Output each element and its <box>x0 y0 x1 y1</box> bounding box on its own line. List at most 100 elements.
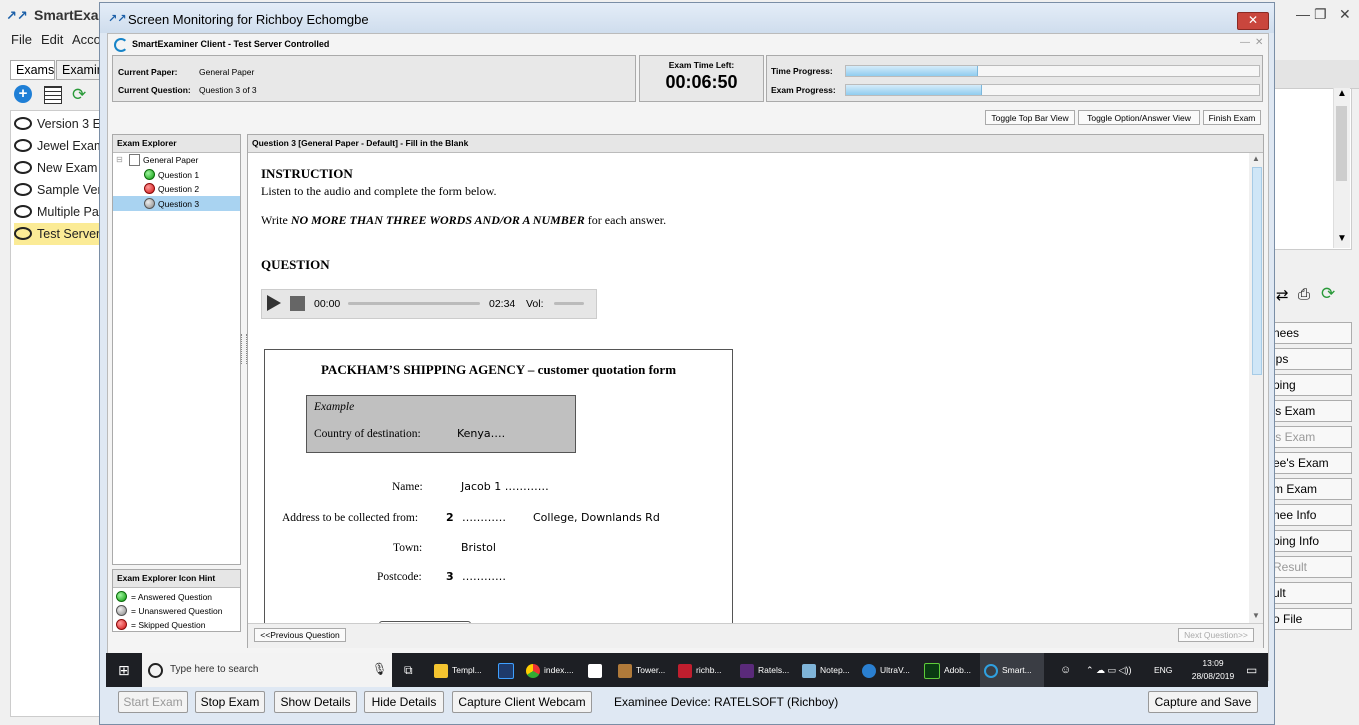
minimize-icon[interactable]: — <box>1296 6 1310 22</box>
scroll-down-icon[interactable]: ▼ <box>1337 233 1347 244</box>
answered-icon <box>144 169 155 180</box>
right-button[interactable]: m Exam <box>1272 478 1352 500</box>
question-scrollbar[interactable]: ▲ ▼ <box>1249 153 1263 623</box>
notification-icon[interactable]: ▭ <box>1246 653 1257 687</box>
menu-file[interactable]: File <box>11 32 32 47</box>
collapse-icon[interactable]: ⊟ <box>116 155 123 164</box>
taskbar-item[interactable]: Tower... <box>618 653 665 687</box>
right-button[interactable]: 's Exam <box>1272 400 1352 422</box>
name-label: Name: <box>392 481 423 493</box>
close-icon[interactable]: ✕ <box>1339 6 1351 23</box>
toggle-option-button[interactable]: Toggle Option/Answer View <box>1078 110 1200 125</box>
list-item[interactable]: Sample Vers <box>14 179 100 201</box>
list-item[interactable]: Version 3 Ex <box>14 113 100 135</box>
stop-exam-button[interactable]: Stop Exam <box>195 691 265 713</box>
taskbar-item[interactable]: Smart... <box>980 653 1044 687</box>
taskbar-item[interactable] <box>588 653 606 687</box>
grid-icon[interactable] <box>44 86 62 104</box>
postcode-blank[interactable]: ………… <box>462 570 506 583</box>
print-icon[interactable]: ⎙ <box>1298 286 1310 303</box>
taskbar-item[interactable]: richb... <box>678 653 722 687</box>
restore-icon[interactable]: ❐ <box>1314 6 1327 23</box>
right-button[interactable]: ult <box>1272 582 1352 604</box>
right-button[interactable]: ips <box>1272 348 1352 370</box>
system-tray-icons[interactable]: ⌃ ☁ ▭ ◁)) <box>1086 653 1131 687</box>
taskbar-search[interactable]: Type here to search 🎙 <box>142 653 392 687</box>
right-button[interactable]: 's Exam <box>1272 426 1352 448</box>
capture-webcam-button[interactable]: Capture Client Webcam <box>452 691 592 713</box>
list-item[interactable]: Test Server C <box>14 223 100 245</box>
scroll-up-icon[interactable]: ▲ <box>1252 154 1260 163</box>
icon-hint-panel: Exam Explorer Icon Hint = Answered Quest… <box>112 569 241 632</box>
show-details-button[interactable]: Show Details <box>274 691 357 713</box>
right-button[interactable]: ping Info <box>1272 530 1352 552</box>
explorer-question-3[interactable]: Question 3 <box>113 196 240 211</box>
scroll-thumb[interactable] <box>1252 167 1262 375</box>
play-icon[interactable] <box>267 295 281 311</box>
filezilla-icon <box>678 663 692 678</box>
close-icon[interactable]: ✕ <box>1255 37 1263 48</box>
current-paper-label: Current Paper: <box>118 67 178 77</box>
toggle-top-bar-button[interactable]: Toggle Top Bar View <box>985 110 1075 125</box>
close-button[interactable]: ✕ <box>1237 12 1269 30</box>
refresh-icon[interactable]: ⟳ <box>1321 284 1335 304</box>
start-exam-button[interactable]: Start Exam <box>118 691 188 713</box>
taskbar-item[interactable]: Adob... <box>924 653 971 687</box>
address-blank[interactable]: ………… <box>462 511 506 524</box>
right-button[interactable]: ping <box>1272 374 1352 396</box>
list-item-label: Multiple Pap <box>37 205 100 219</box>
right-button[interactable]: o File <box>1272 608 1352 630</box>
taskbar-item[interactable]: Templ... <box>434 653 482 687</box>
right-button[interactable]: nees <box>1272 322 1352 344</box>
taskbar-item[interactable]: UltraV... <box>862 653 910 687</box>
tab-examinees[interactable]: Examir <box>56 60 101 80</box>
monitor-action-bar: Start Exam Stop Exam Show Details Hide D… <box>106 687 1268 723</box>
connect-icon[interactable]: ⇄ <box>1276 286 1289 304</box>
windows-start-icon[interactable]: ⊞ <box>118 653 130 687</box>
taskbar-item[interactable]: Ratels... <box>740 653 789 687</box>
tab-exams[interactable]: Exams <box>10 60 55 80</box>
scroll-up-icon[interactable]: ▲ <box>1337 88 1347 99</box>
refresh-icon[interactable]: ⟳ <box>72 85 86 105</box>
scroll-thumb[interactable] <box>1336 106 1347 181</box>
right-button[interactable]: Result <box>1272 556 1352 578</box>
capture-and-save-button[interactable]: Capture and Save <box>1148 691 1258 713</box>
scroll-down-icon[interactable]: ▼ <box>1252 611 1260 620</box>
list-item[interactable]: Jewel Exam <box>14 135 100 157</box>
list-item[interactable]: Multiple Pap <box>14 201 100 223</box>
taskbar-item[interactable]: index.... <box>526 653 574 687</box>
right-button[interactable]: ee's Exam <box>1272 452 1352 474</box>
language-indicator[interactable]: ENG <box>1154 653 1172 687</box>
stop-icon[interactable] <box>290 296 305 311</box>
add-icon[interactable]: + <box>14 85 32 103</box>
menu-account[interactable]: Acco <box>72 32 101 47</box>
task-view-icon[interactable]: ⧉ <box>404 653 413 687</box>
app-logo-icon: ↗↗ <box>108 13 127 25</box>
unanswered-icon <box>116 605 127 616</box>
people-icon[interactable]: ☺ <box>1060 653 1071 687</box>
minimize-icon[interactable]: — <box>1240 37 1250 48</box>
right-scrollbar[interactable]: ▲ ▼ <box>1333 88 1350 248</box>
instruction-text: Listen to the audio and complete the for… <box>261 184 497 198</box>
postcode-label: Postcode: <box>377 571 422 583</box>
previous-question-button[interactable]: <<Previous Question <box>254 628 346 642</box>
taskbar-item[interactable] <box>498 653 518 687</box>
audio-seek-bar[interactable] <box>348 302 480 305</box>
explorer-question-1[interactable]: Question 1 <box>113 168 240 182</box>
audio-player: 00:00 02:34 Vol: <box>261 289 597 319</box>
town-label: Town: <box>393 542 423 554</box>
audio-duration: 02:34 <box>489 298 516 310</box>
list-item[interactable]: New Exam T <box>14 157 100 179</box>
taskbar-item[interactable]: Notep... <box>802 653 850 687</box>
microphone-icon[interactable]: 🎙 <box>372 662 387 676</box>
explorer-question-2[interactable]: Question 2 <box>113 182 240 196</box>
name-value: Jacob 1 ………… <box>461 480 549 493</box>
finish-exam-button[interactable]: Finish Exam <box>1203 110 1261 125</box>
volume-slider[interactable] <box>554 302 584 305</box>
hide-details-button[interactable]: Hide Details <box>364 691 444 713</box>
next-question-button[interactable]: Next Question>> <box>1178 628 1254 642</box>
right-button[interactable]: nee Info <box>1272 504 1352 526</box>
mail-icon <box>588 663 602 678</box>
menu-edit[interactable]: Edit <box>41 32 63 47</box>
explorer-paper[interactable]: General Paper <box>143 155 198 165</box>
